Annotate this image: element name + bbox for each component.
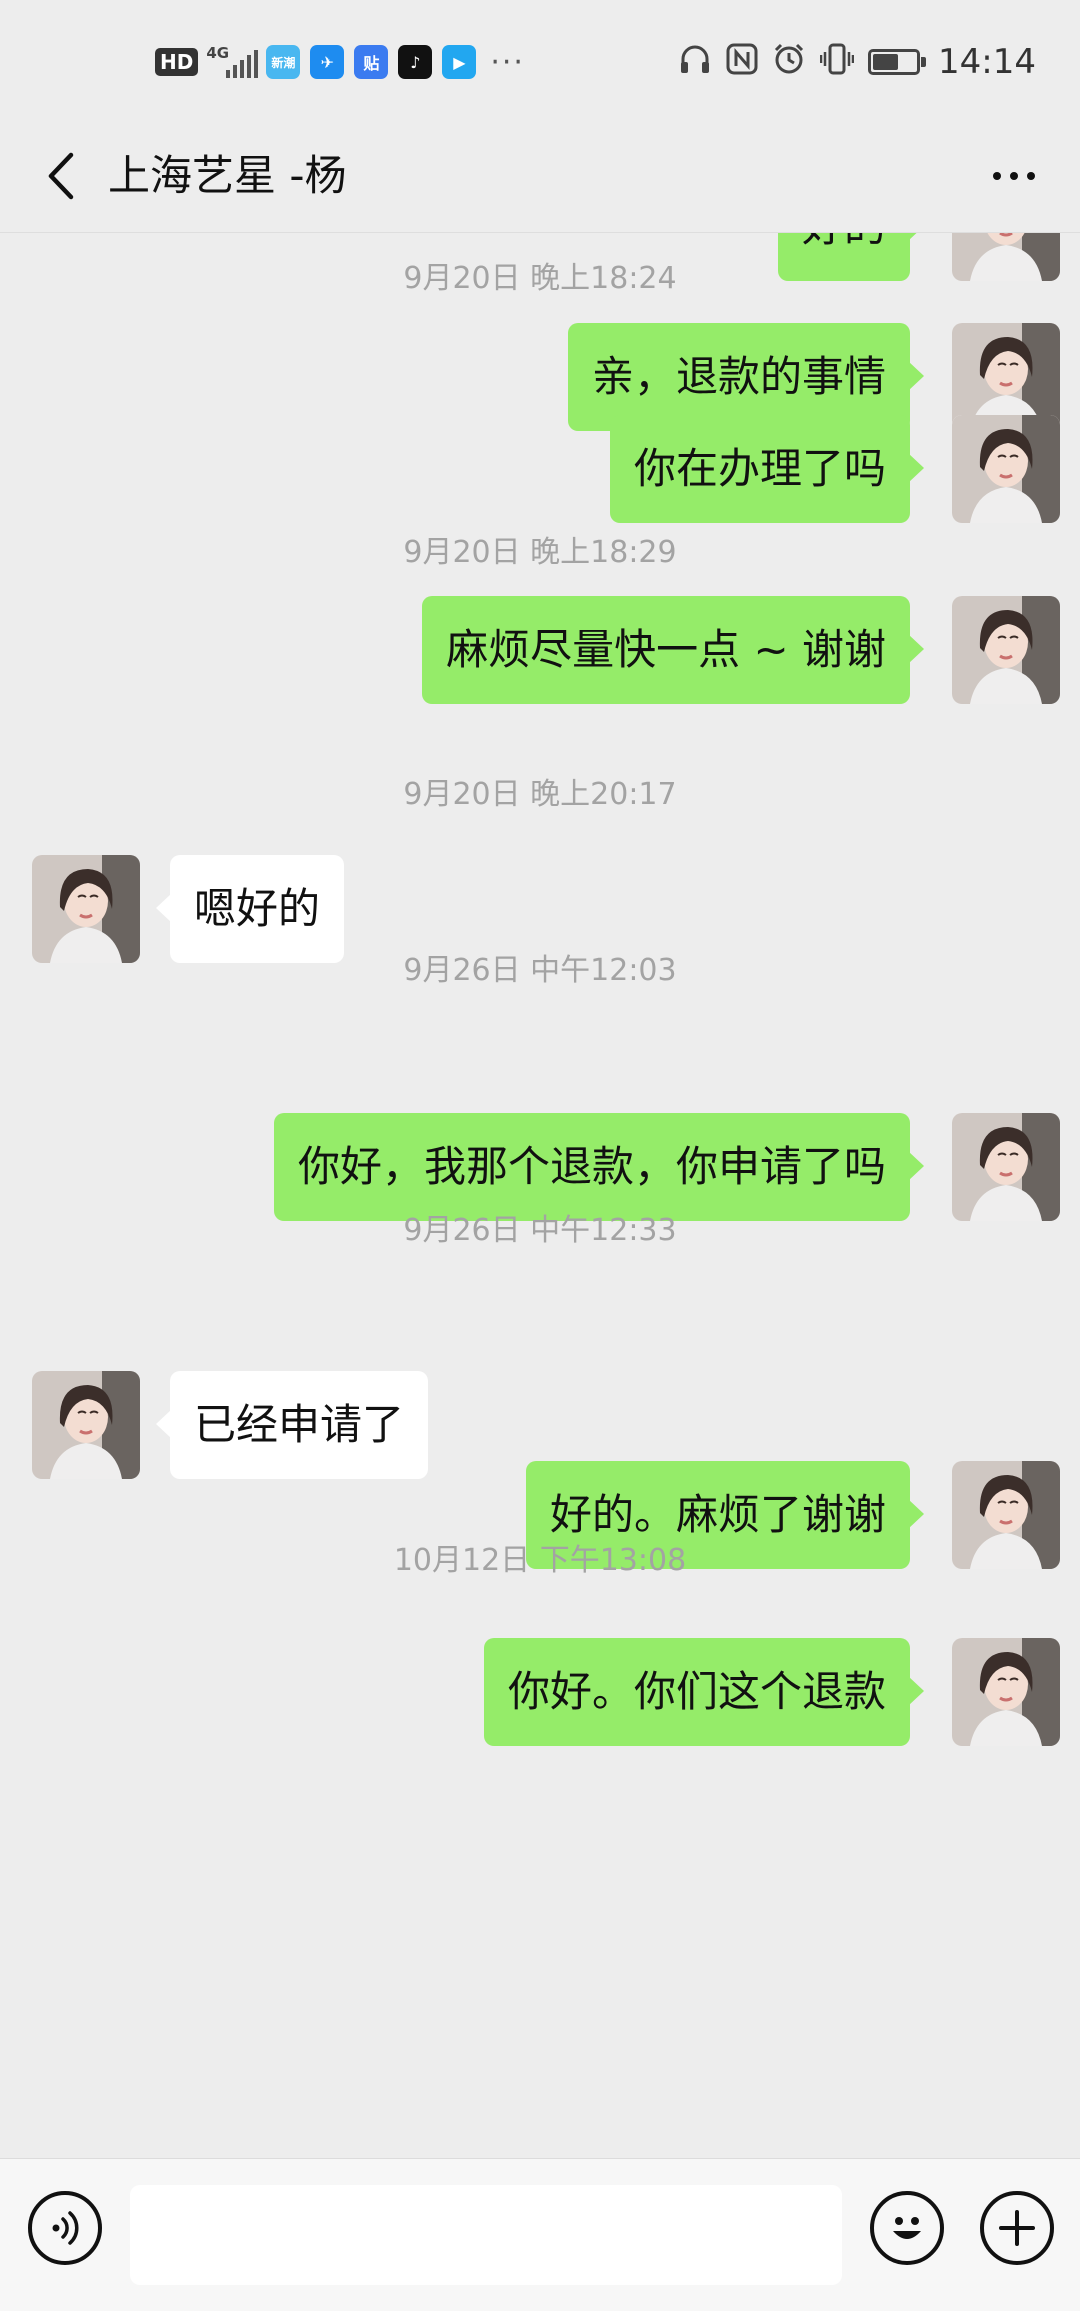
sent-message-bubble[interactable]: 你在办理了吗 (609, 415, 925, 523)
chat-title: 上海艺星 -杨 (108, 151, 347, 200)
sent-message-row: 你好。你们这个退款 (0, 1638, 1080, 1746)
headphones-icon (678, 42, 712, 82)
status-left: HD 4G 新潮 ✈ 贴 ♪ ▶ ··· (155, 40, 525, 84)
timestamp: 9月26日 中午12:33 (403, 1213, 677, 1248)
vibrate-icon (819, 42, 855, 82)
message-list[interactable]: 好的9月20日 晚上18:24亲，退款的事情你在办理了吗9月20日 晚上18:2… (0, 233, 1080, 2158)
timestamp-row: 9月20日 晚上20:17 (0, 775, 1080, 815)
baidu-tieba-app-icon: 贴 (354, 45, 389, 79)
my-avatar[interactable] (952, 596, 1060, 704)
timestamp-row: 10月12日 下午13:08 (0, 1541, 1080, 1581)
xinchao-app-icon: 新潮 (266, 45, 301, 79)
more-notifications-icon: ··· (490, 44, 525, 80)
message-input[interactable] (130, 2185, 842, 2285)
received-message-row: 嗯好的 (0, 855, 1080, 963)
cellular-signal-icon: 4G (206, 44, 259, 80)
clock-time: 14:14 (938, 42, 1036, 82)
emoji-icon (893, 2217, 921, 2239)
nfc-icon (726, 43, 758, 81)
voice-input-button[interactable] (28, 2191, 102, 2265)
my-avatar[interactable] (952, 415, 1060, 523)
timestamp-row: 9月26日 中午12:03 (0, 951, 1080, 991)
timestamp: 10月12日 下午13:08 (393, 1543, 687, 1578)
sent-message-bubble[interactable]: 麻烦尽量快一点 ~ 谢谢 (422, 596, 924, 704)
contact-avatar[interactable] (32, 855, 140, 963)
battery-icon (868, 49, 927, 75)
more-options-button[interactable] (978, 144, 1050, 208)
status-bar: HD 4G 新潮 ✈ 贴 ♪ ▶ ··· 14:14 (0, 0, 1080, 120)
timestamp-row: 9月26日 中午12:33 (0, 1211, 1080, 1251)
timestamp: 9月20日 晚上18:24 (403, 261, 677, 296)
sent-message-row: 你好，我那个退款，你申请了吗 (0, 1113, 1080, 1221)
timestamp: 9月26日 中午12:03 (403, 953, 677, 988)
dingtalk-app-icon: ✈ (310, 45, 345, 79)
back-button[interactable] (28, 140, 92, 212)
sent-message-row: 你在办理了吗 (0, 415, 1080, 523)
chevron-left-icon (48, 152, 74, 200)
my-avatar[interactable] (952, 1113, 1060, 1221)
more-dots-icon (993, 172, 1001, 180)
youku-app-icon: ▶ (442, 45, 477, 79)
timestamp-row: 9月20日 晚上18:24 (0, 259, 1080, 299)
plus-icon (999, 2210, 1035, 2246)
status-right: 14:14 (678, 38, 1036, 86)
sent-message-bubble[interactable]: 你好，我那个退款，你申请了吗 (273, 1113, 925, 1221)
sent-message-bubble[interactable]: 你好。你们这个退款 (483, 1638, 925, 1746)
my-avatar[interactable] (952, 1638, 1060, 1746)
more-functions-button[interactable] (980, 2191, 1054, 2265)
sent-message-row: 麻烦尽量快一点 ~ 谢谢 (0, 596, 1080, 704)
alarm-icon (772, 42, 806, 82)
tiktok-app-icon: ♪ (398, 45, 433, 79)
chat-header: 上海艺星 -杨 (0, 120, 1080, 233)
timestamp-row: 9月20日 晚上18:29 (0, 533, 1080, 573)
timestamp: 9月20日 晚上18:29 (403, 535, 677, 570)
input-bar (0, 2158, 1080, 2311)
received-message-bubble[interactable]: 嗯好的 (155, 855, 345, 963)
timestamp: 9月20日 晚上20:17 (403, 777, 677, 812)
emoji-button[interactable] (870, 2191, 944, 2265)
hd-voice-icon: HD (155, 48, 199, 76)
voice-icon (52, 2211, 79, 2245)
